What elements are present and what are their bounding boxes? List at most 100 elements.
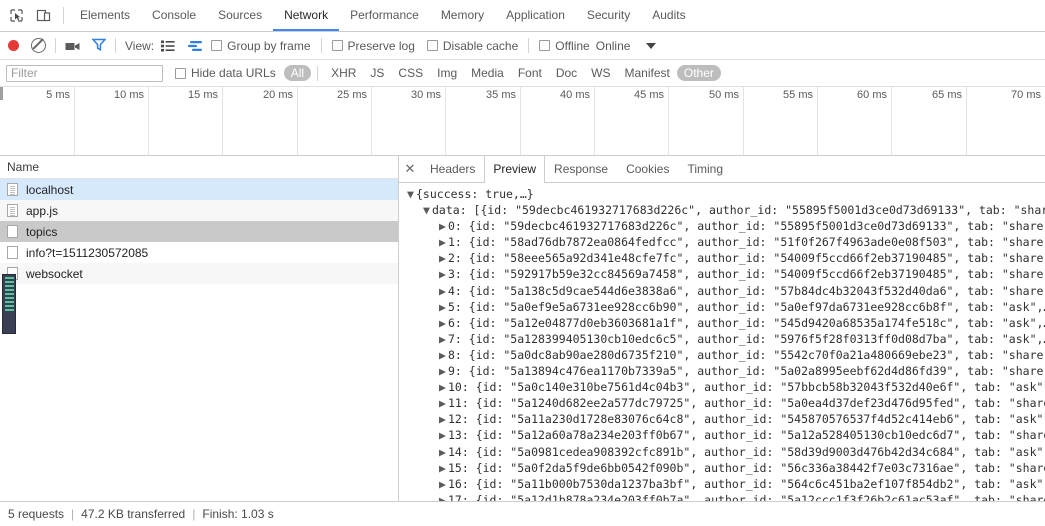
disable-cache-checkbox[interactable]: Disable cache [426,39,518,53]
filter-type-media[interactable]: Media [464,65,511,81]
json-line[interactable]: ▶ 14: {id: "5a0981cedea908392cfc891b", au… [407,444,1045,460]
checkbox-box[interactable] [211,40,223,51]
disclosure-triangle-icon[interactable]: ▶ [439,476,448,492]
tab-console[interactable]: Console [141,0,207,31]
capture-screenshots-icon[interactable] [65,41,80,51]
request-row-topics[interactable]: topics [0,221,398,242]
device-toolbar-icon[interactable] [35,7,52,24]
overview-tick: 30 ms [372,87,446,155]
inspect-element-icon[interactable] [8,7,25,24]
disclosure-triangle-icon[interactable]: ▶ [439,266,448,282]
checkbox-box[interactable] [539,40,551,51]
disclosure-triangle-icon[interactable]: ▶ [439,395,448,411]
filter-type-xhr[interactable]: XHR [324,65,363,81]
json-line[interactable]: ▶ 17: {id: "5a12d1b878a234e203ff0b7a", au… [407,492,1045,501]
record-button[interactable] [8,40,19,51]
filter-type-doc[interactable]: Doc [549,65,584,81]
tab-security[interactable]: Security [576,0,641,31]
tab-audits[interactable]: Audits [641,0,696,31]
filter-input[interactable] [6,64,163,82]
disclosure-triangle-icon[interactable]: ▶ [439,427,448,443]
detail-tab-response[interactable]: Response [545,156,617,182]
json-line[interactable]: ▶ 15: {id: "5a0f2da5f9de6bb0542f090b", au… [407,460,1045,476]
view-list-icon[interactable] [161,40,175,52]
request-row-websocket[interactable]: websocket [0,263,398,284]
json-line[interactable]: ▶ 12: {id: "5a11a230d1728e83076c64c8", au… [407,411,1045,427]
filter-type-other[interactable]: Other [676,65,721,81]
tab-memory[interactable]: Memory [430,0,495,31]
disclosure-triangle-icon[interactable]: ▶ [439,411,448,427]
chevron-down-icon[interactable] [646,42,657,49]
json-line[interactable]: ▶ 11: {id: "5a1240d682ee2a577dc79725", au… [407,395,1045,411]
preserve-log-checkbox[interactable]: Preserve log [331,39,415,53]
throttling-select[interactable]: Online [596,39,631,53]
document-icon [7,183,18,196]
group-by-frame-label: Group by frame [227,38,311,53]
filter-type-js[interactable]: JS [363,65,391,81]
disclosure-triangle-icon[interactable]: ▶ [439,379,448,395]
tab-sources[interactable]: Sources [207,0,273,31]
disclosure-triangle-icon[interactable]: ▶ [439,331,448,347]
filter-type-all[interactable]: All [283,65,312,81]
offline-checkbox[interactable]: Offline [539,39,590,53]
json-line[interactable]: ▶ 5: {id: "5a0ef9e5a6731ee928cc6b90", aut… [407,299,1045,315]
checkbox-box[interactable] [426,40,438,51]
request-row-localhost[interactable]: localhost [0,179,398,200]
group-by-frame-checkbox[interactable]: Group by frame [211,38,311,53]
request-row-info[interactable]: info?t=1511230572085 [0,242,398,263]
json-line[interactable]: ▼ {success: true,…} [407,186,1045,202]
json-line[interactable]: ▶ 2: {id: "58eee565a92d341e48cfe7fc", aut… [407,250,1045,266]
request-row-appjs[interactable]: app.js [0,200,398,221]
disclosure-triangle-icon[interactable]: ▶ [439,492,448,501]
network-overview-timeline[interactable]: 5 ms 10 ms 15 ms 20 ms 25 ms 30 ms 35 ms… [0,87,1045,156]
checkbox-box[interactable] [331,40,343,51]
disclosure-triangle-icon[interactable]: ▼ [407,186,416,202]
overview-tick: 70 ms [967,87,1045,155]
filter-type-font[interactable]: Font [511,65,549,81]
json-line[interactable]: ▶ 7: {id: "5a128399405130cb10edc6c5", aut… [407,331,1045,347]
clear-button[interactable] [31,38,46,53]
json-line[interactable]: ▶ 1: {id: "58ad76db7872ea0864fedfcc", aut… [407,234,1045,250]
tab-performance[interactable]: Performance [339,0,430,31]
close-icon[interactable]: ✕ [399,156,421,182]
filter-toggle-icon[interactable] [91,38,107,54]
view-waterfall-icon[interactable] [187,40,203,52]
disclosure-triangle-icon[interactable]: ▶ [439,315,448,331]
disclosure-triangle-icon[interactable]: ▶ [439,444,448,460]
json-line[interactable]: ▶ 16: {id: "5a11b000b7530da1237ba3bf", au… [407,476,1045,492]
disclosure-triangle-icon[interactable]: ▶ [439,299,448,315]
json-line[interactable]: ▶ 3: {id: "592917b59e32cc84569a7458", aut… [407,266,1045,282]
disclosure-triangle-icon[interactable]: ▶ [439,460,448,476]
filter-type-img[interactable]: Img [430,65,464,81]
disclosure-triangle-icon[interactable]: ▶ [439,234,448,250]
filter-type-css[interactable]: CSS [391,65,430,81]
filter-type-manifest[interactable]: Manifest [618,65,677,81]
tab-application[interactable]: Application [495,0,576,31]
detail-tab-preview[interactable]: Preview [484,156,546,183]
disclosure-triangle-icon[interactable]: ▶ [439,250,448,266]
tab-network[interactable]: Network [273,0,340,31]
disclosure-triangle-icon[interactable]: ▶ [439,218,448,234]
disclosure-triangle-icon[interactable]: ▶ [439,363,448,379]
json-line[interactable]: ▶ 10: {id: "5a0c140e310be7561d4c04b3", au… [407,379,1045,395]
disclosure-triangle-icon[interactable]: ▶ [439,283,448,299]
checkbox-box[interactable] [175,67,186,79]
blank-document-icon [7,246,18,259]
filter-type-ws[interactable]: WS [584,65,617,81]
json-line[interactable]: ▶ 0: {id: "59decbc461932717683d226c", aut… [407,218,1045,234]
disclosure-triangle-icon[interactable]: ▶ [439,347,448,363]
json-line[interactable]: ▶ 13: {id: "5a12a60a78a234e203ff0b67", au… [407,427,1045,443]
detail-tab-timing[interactable]: Timing [678,156,732,182]
json-line[interactable]: ▶ 6: {id: "5a12e04877d0eb3603681a1f", aut… [407,315,1045,331]
detail-tab-cookies[interactable]: Cookies [617,156,678,182]
json-line[interactable]: ▶ 9: {id: "5a13894c476ea1170b7339a5", aut… [407,363,1045,379]
request-list-header[interactable]: Name [0,156,398,179]
json-line[interactable]: ▶ 8: {id: "5a0dc8ab90ae280d6735f210", aut… [407,347,1045,363]
disclosure-triangle-icon[interactable]: ▼ [423,202,432,218]
json-line[interactable]: ▶ 4: {id: "5a138c5d9cae544d6e3838a6", aut… [407,283,1045,299]
detail-tab-headers[interactable]: Headers [421,156,484,182]
tab-elements[interactable]: Elements [69,0,141,31]
hide-data-urls-checkbox[interactable]: Hide data URLs [175,66,276,80]
json-preview-tree[interactable]: ▼ {success: true,…} ▼ data: [{id: "59decbc… [399,183,1045,501]
json-line[interactable]: ▼ data: [{id: "59decbc461932717683d226c",… [407,202,1045,218]
